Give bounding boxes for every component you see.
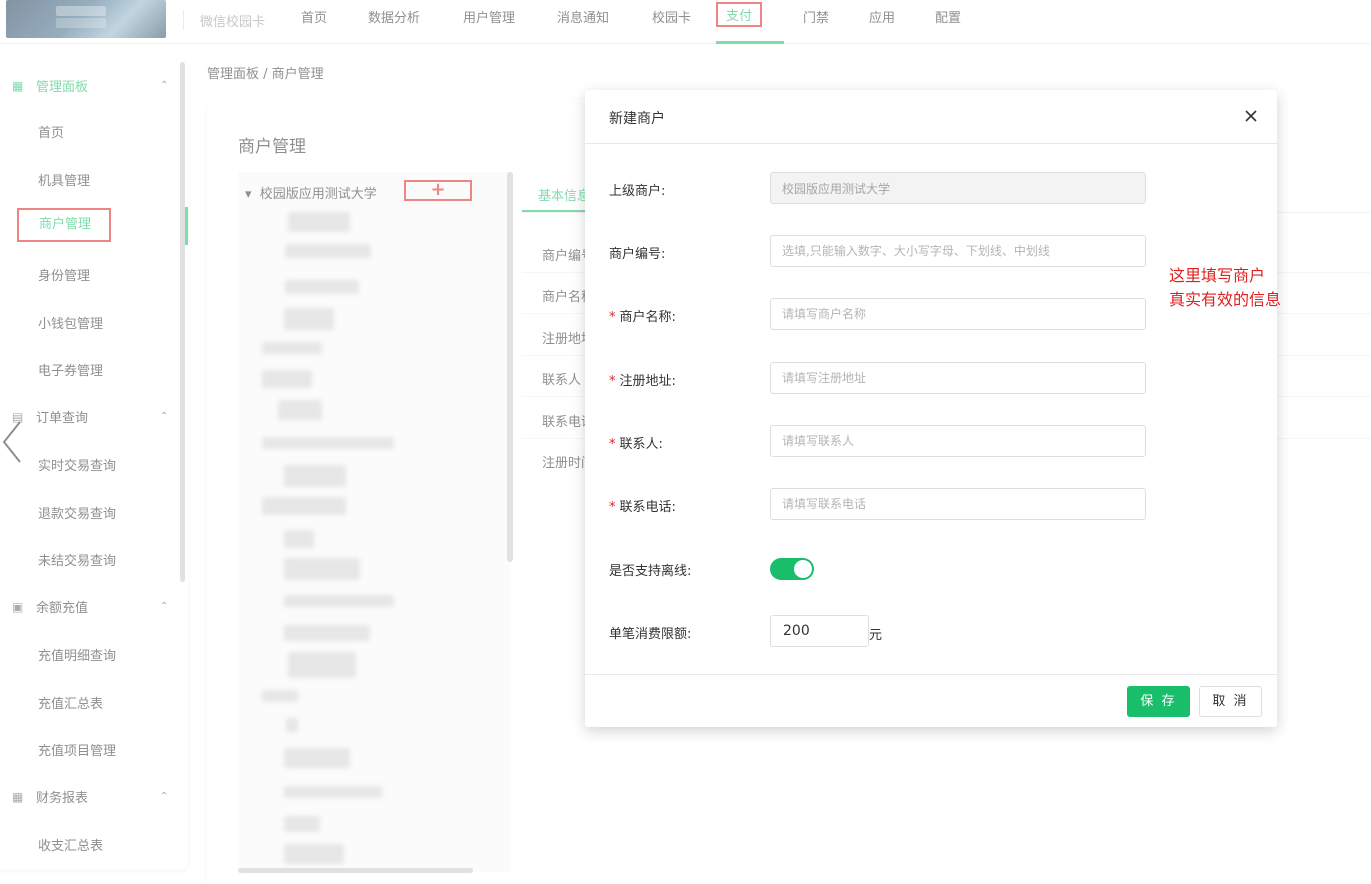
required-mark: * [609,310,616,325]
save-button[interactable]: 保 存 [1127,686,1190,717]
merchant-name-input[interactable] [770,298,1146,330]
cancel-button[interactable]: 取 消 [1199,686,1262,717]
dialog-header-divider [585,143,1277,144]
merchant-name-label: * 商户名称: [609,306,676,325]
parent-merchant-label: 上级商户: [609,184,666,199]
contact-label: * 联系人: [609,433,663,452]
annotation-note: 这里填写商户 真实有效的信息 [1169,264,1309,312]
dialog-title: 新建商户 [609,111,665,127]
offline-support-toggle[interactable] [770,558,814,580]
new-merchant-dialog: 新建商户 上级商户: 商户编号: *商户名称: *注册地址: *联系人: *联系… [585,90,1277,727]
spend-limit-unit: 元 [869,628,883,643]
offline-support-label: 是否支持离线: [609,564,692,579]
required-mark: * [609,437,616,452]
address-label: * 注册地址: [609,370,676,389]
spend-limit-input[interactable] [770,615,869,647]
parent-merchant-field [770,172,1146,204]
dialog-footer-divider [585,674,1277,675]
close-icon[interactable] [1241,106,1261,126]
merchant-code-label: 商户编号: [609,247,666,262]
required-mark: * [609,500,616,515]
address-label-text: 注册地址: [619,374,676,389]
merchant-name-label-text: 商户名称: [619,310,676,325]
contact-label-text: 联系人: [619,437,663,452]
phone-label: * 联系电话: [609,496,676,515]
contact-input[interactable] [770,425,1146,457]
required-mark: * [609,374,616,389]
toggle-knob [794,560,812,578]
phone-label-text: 联系电话: [619,500,676,515]
annotation-line-1: 这里填写商户 [1169,266,1266,285]
spend-limit-label: 单笔消费限额: [609,627,692,642]
phone-input[interactable] [770,488,1146,520]
address-input[interactable] [770,362,1146,394]
merchant-code-input[interactable] [770,235,1146,267]
annotation-line-2: 真实有效的信息 [1169,290,1282,309]
